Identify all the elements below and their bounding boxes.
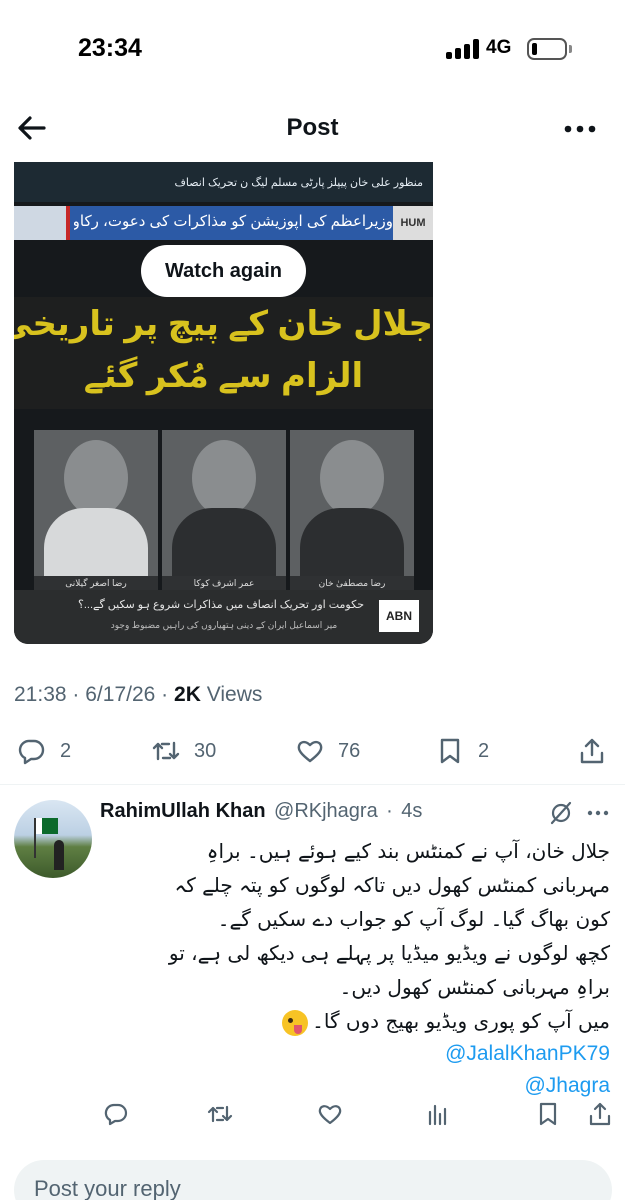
post-header: Post xyxy=(0,100,625,162)
divider xyxy=(0,784,625,785)
like-count: 76 xyxy=(338,739,361,762)
reply-header: RahimUllah Khan @RKjhagra · 4s xyxy=(100,800,610,830)
lower-third-subtext: میر اسماعیل ایران کے دینی ہتھیاروں کی را… xyxy=(110,620,338,630)
headline-line-1: جلال خان کے پیچ پر تاریخی یوٹرن xyxy=(14,305,433,343)
bookmark-icon[interactable] xyxy=(534,1100,562,1128)
reply-author-name[interactable]: RahimUllah Khan xyxy=(100,800,266,822)
video-player[interactable]: منظور علی خان پیپلز پارٹی مسلم لیگ ن تحر… xyxy=(14,162,433,644)
lower-third-text: حکومت اور تحریک انصاف میں مذاکرات شروع ہ… xyxy=(78,599,364,611)
repost-icon[interactable] xyxy=(206,1100,234,1128)
views-count[interactable]: 2K xyxy=(174,683,201,706)
battery-tip xyxy=(569,45,572,53)
guest-caption: رضا اصغر گیلانی xyxy=(34,576,158,590)
repost-count: 30 xyxy=(194,739,217,762)
meta-separator: · xyxy=(72,683,80,706)
reply-separator: · xyxy=(386,800,393,822)
battery-icon xyxy=(527,38,567,60)
channel-badge: ABN xyxy=(379,600,419,632)
guest-panel: رضا اصغر گیلانی xyxy=(34,430,158,590)
reply-more-button[interactable] xyxy=(586,800,610,826)
reply-icon xyxy=(18,739,45,765)
reply-line: میں آپ کو پوری ویڈیو بھیج دوں گا۔ xyxy=(312,1009,610,1033)
more-options-button[interactable] xyxy=(562,114,598,144)
reply-count: 2 xyxy=(60,739,72,762)
bookmark-count: 2 xyxy=(478,739,490,762)
guest-panel: عمر اشرف کوکا xyxy=(162,430,286,590)
post-meta: 21:38 · 6/17/26 · 2K Views xyxy=(14,683,262,707)
winking-tongue-emoji-icon xyxy=(282,1009,309,1036)
hum-badge: HUM xyxy=(393,206,433,240)
post-date: 6/17/26 xyxy=(85,683,156,706)
like-button[interactable]: 76 xyxy=(296,734,360,768)
reply-line: جلال خان، آپ نے کمنٹس بند کیے ہوئے ہیں۔ … xyxy=(206,839,610,863)
video-guest-panels: رضا اصغر گیلانی عمر اشرف کوکا رضا مصطفیٰ… xyxy=(34,430,414,590)
reply-line: کون بھاگ گیا۔ لوگ آپ کو جواب دے سکیں گے۔ xyxy=(217,907,610,931)
reply-icon[interactable] xyxy=(102,1100,130,1128)
reply-line: براہِ مہربانی کمنٹس کھول دیں۔ xyxy=(339,975,610,999)
cellular-signal-icon xyxy=(446,39,480,59)
meta-separator: · xyxy=(161,683,169,706)
headline-line-2: الزام سے مُکر گئے xyxy=(83,357,364,395)
repost-icon xyxy=(152,741,180,761)
reply-time: 4s xyxy=(401,800,423,822)
page-title: Post xyxy=(286,114,339,141)
grok-icon xyxy=(550,801,572,825)
reply-button[interactable]: 2 xyxy=(18,734,71,768)
analytics-icon[interactable] xyxy=(424,1100,452,1128)
bookmark-icon xyxy=(440,738,460,764)
post-actions: 2 30 76 2 xyxy=(0,730,625,772)
share-button[interactable] xyxy=(578,734,606,768)
heart-icon[interactable] xyxy=(316,1100,344,1128)
reply-line: کچھ لوگوں نے ویڈیو میڈیا پر پہلے ہی دیکھ… xyxy=(168,941,610,965)
guest-panel: رضا مصطفیٰ خان xyxy=(290,430,414,590)
status-bar: 23:34 4G xyxy=(0,0,625,100)
guest-caption: عمر اشرف کوکا xyxy=(162,576,286,590)
reply-line-last: میں آپ کو پوری ویڈیو بھیج دوں گا۔ xyxy=(100,1004,610,1038)
heart-icon xyxy=(297,740,323,763)
reply-line: مہربانی کمنٹس کھول دیں تاکہ لوگوں کو پتہ… xyxy=(174,873,610,897)
more-horizontal-icon xyxy=(564,125,596,133)
ticker-logo xyxy=(14,206,70,240)
status-time: 23:34 xyxy=(78,34,142,62)
avatar[interactable] xyxy=(14,800,92,878)
mention-link[interactable]: @JalalKhanPK79 xyxy=(100,1038,610,1070)
network-type: 4G xyxy=(486,37,512,58)
reply-actions xyxy=(100,1096,615,1132)
video-headline: جلال خان کے پیچ پر تاریخی یوٹرن الزام سے… xyxy=(14,297,433,409)
reply-text: جلال خان، آپ نے کمنٹس بند کیے ہوئے ہیں۔ … xyxy=(100,834,610,1102)
share-icon xyxy=(580,738,604,764)
guest-caption: رضا مصطفیٰ خان xyxy=(290,576,414,590)
watch-again-button[interactable]: Watch again xyxy=(141,245,306,297)
reply-compose-input[interactable]: Post your reply xyxy=(14,1160,612,1200)
post-time: 21:38 xyxy=(14,683,67,706)
views-label: Views xyxy=(206,683,263,706)
video-party-bar: منظور علی خان پیپلز پارٹی مسلم لیگ ن تحر… xyxy=(14,162,433,202)
reply-author-handle[interactable]: @RKjhagra xyxy=(274,800,378,822)
compose-placeholder: Post your reply xyxy=(34,1176,181,1200)
bookmark-button[interactable]: 2 xyxy=(436,734,489,768)
repost-button[interactable]: 30 xyxy=(152,734,216,768)
video-party-labels: منظور علی خان پیپلز پارٹی مسلم لیگ ن تحر… xyxy=(174,177,423,189)
ticker-text: وزیراعظم کی اپوزیشن کو مذاکرات کی دعوت، … xyxy=(74,213,393,230)
grok-button[interactable] xyxy=(548,800,574,826)
reply-post[interactable]: RahimUllah Khan @RKjhagra · 4s جلال خان،… xyxy=(0,786,625,1136)
video-lower-third: حکومت اور تحریک انصاف میں مذاکرات شروع ہ… xyxy=(14,590,433,644)
share-icon[interactable] xyxy=(586,1100,614,1128)
video-news-ticker: وزیراعظم کی اپوزیشن کو مذاکرات کی دعوت، … xyxy=(14,206,433,240)
more-horizontal-icon xyxy=(587,810,609,816)
